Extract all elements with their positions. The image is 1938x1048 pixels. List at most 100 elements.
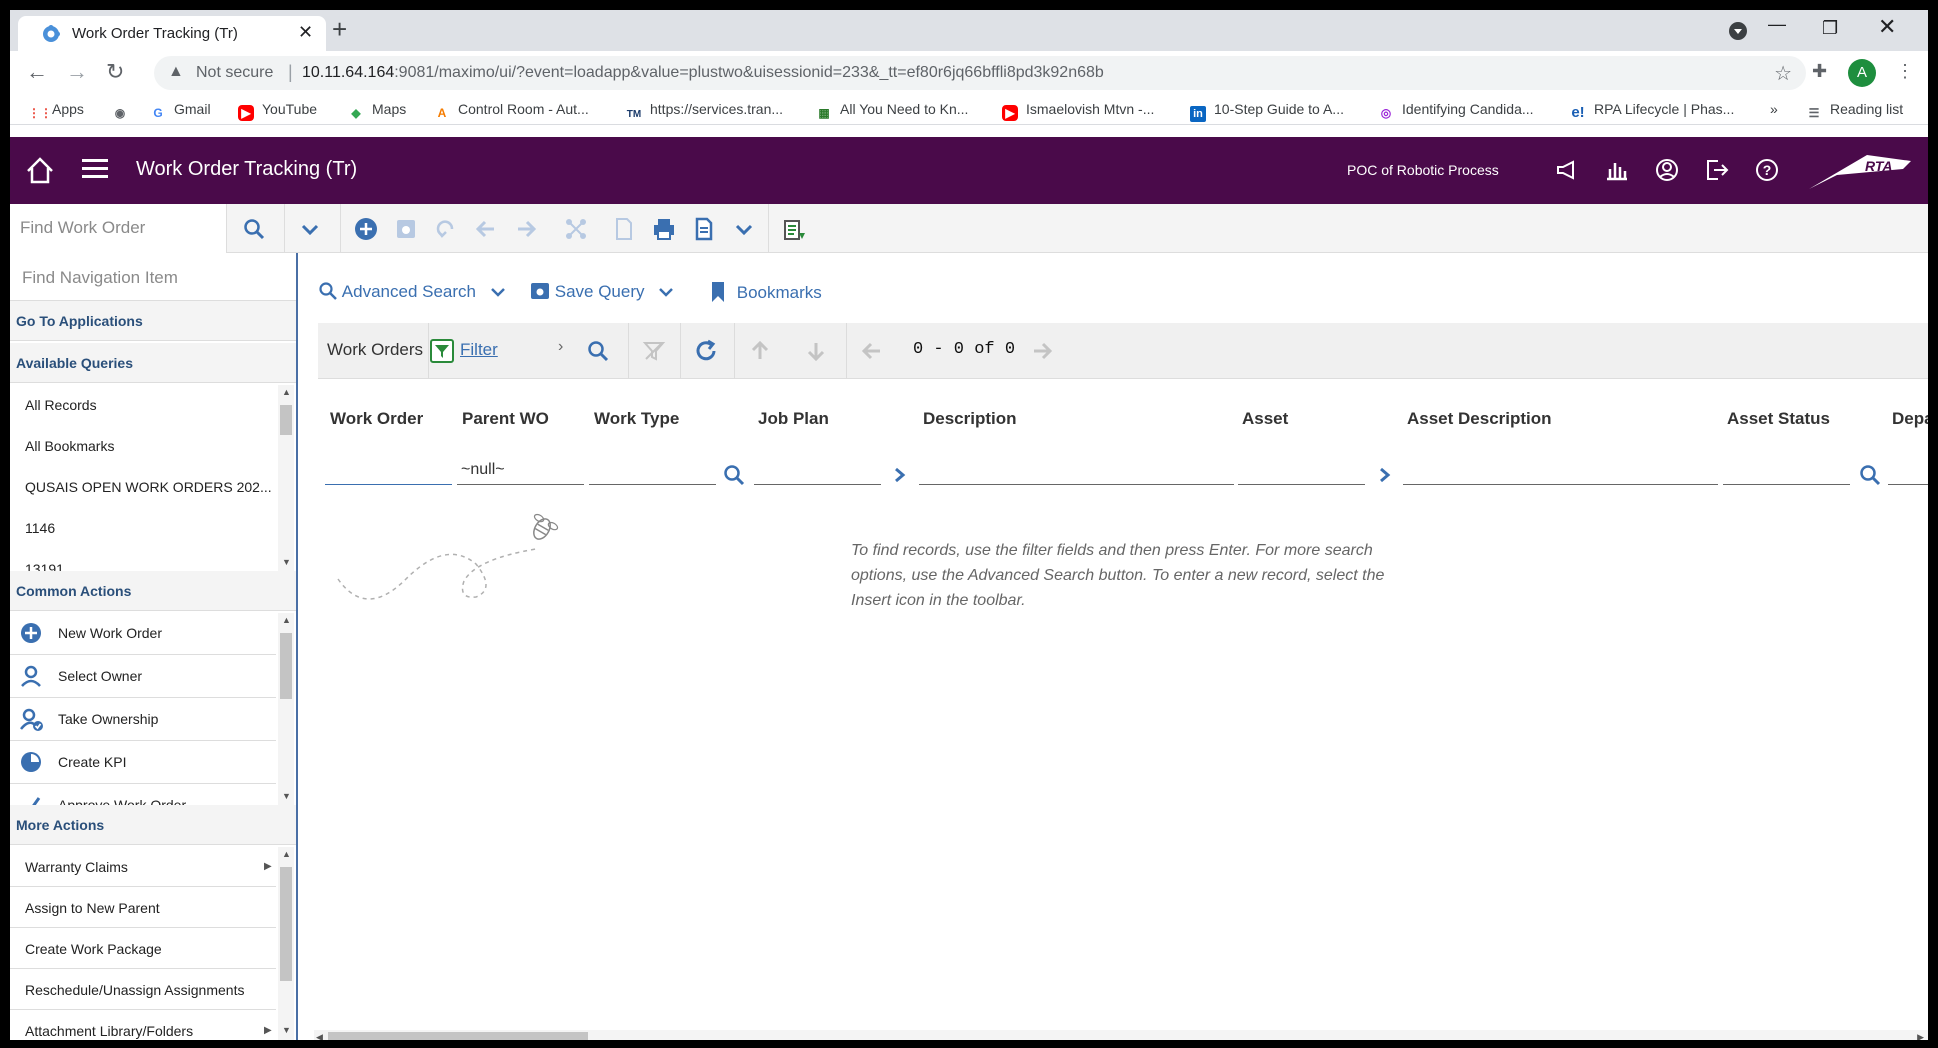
actions-scrollbar[interactable]: ▲ ▼: [278, 613, 294, 805]
scroll-up-icon[interactable]: ▲: [282, 615, 291, 625]
available-queries-header[interactable]: Available Queries: [10, 343, 296, 383]
reports-chart-icon[interactable]: [1604, 157, 1630, 183]
scroll-down-icon[interactable]: ▼: [282, 791, 291, 801]
browser-tab[interactable]: Work Order Tracking (Tr) ✕: [18, 16, 326, 51]
previous-arrow-icon[interactable]: [474, 217, 498, 241]
arrow-up-icon[interactable]: [748, 339, 772, 363]
bookmark-globe[interactable]: ◉: [112, 101, 136, 121]
action-take-ownership[interactable]: Take Ownership: [10, 699, 276, 741]
more-bookmarks-button[interactable]: »: [1770, 101, 1778, 117]
filter-job-plan-field[interactable]: [754, 461, 881, 485]
undo-icon[interactable]: [434, 217, 458, 241]
column-asset-description[interactable]: Asset Description: [1407, 409, 1552, 429]
previous-page-icon[interactable]: [860, 339, 884, 363]
filter-asset-description-field[interactable]: [1403, 461, 1718, 485]
extensions-icon[interactable]: ✚: [1812, 61, 1827, 82]
bookmark-gmail[interactable]: G Gmail: [150, 101, 210, 121]
document-icon[interactable]: [612, 217, 636, 241]
horizontal-scrollbar[interactable]: ◀ ▶: [314, 1030, 1928, 1040]
print-icon[interactable]: [652, 217, 676, 241]
scroll-up-icon[interactable]: ▲: [282, 387, 291, 397]
common-actions-header[interactable]: Common Actions: [10, 571, 296, 611]
back-icon[interactable]: ←: [26, 59, 48, 85]
asset-detail-chevron-icon[interactable]: [1375, 463, 1395, 487]
scroll-thumb[interactable]: [280, 633, 292, 699]
hierarchy-icon[interactable]: [564, 217, 588, 241]
asset-status-lookup-icon[interactable]: [1858, 463, 1882, 487]
action-new-work-order[interactable]: New Work Order: [10, 613, 276, 655]
query-1146[interactable]: 1146: [10, 508, 276, 548]
bookmark-youtube[interactable]: ▶ YouTube: [238, 101, 317, 121]
minimize-icon[interactable]: —: [1768, 14, 1786, 35]
filter-parent-wo-field[interactable]: ~null~: [457, 461, 584, 485]
bulletin-icon[interactable]: [1554, 157, 1580, 183]
chevron-down-icon[interactable]: [657, 283, 675, 301]
go-to-applications-header[interactable]: Go To Applications: [10, 301, 296, 341]
find-navigation-item-input[interactable]: Find Navigation Item: [10, 253, 296, 301]
menu-icon[interactable]: [80, 154, 110, 184]
query-all-records[interactable]: All Records: [10, 385, 276, 425]
work-type-lookup-icon[interactable]: [722, 463, 746, 487]
bookmark-ismaelovish[interactable]: ▶ Ismaelovish Mtvn -...: [1002, 101, 1154, 121]
filter-link[interactable]: Filter: [460, 340, 498, 360]
bookmark-identifying[interactable]: ◎ Identifying Candida...: [1378, 101, 1534, 121]
forward-icon[interactable]: →: [66, 59, 88, 85]
more-warranty-claims[interactable]: Warranty Claims ▶: [10, 847, 276, 887]
advanced-search-button[interactable]: Advanced Search: [318, 281, 507, 302]
scroll-right-icon[interactable]: ▶: [1917, 1032, 1924, 1040]
next-page-icon[interactable]: [1030, 339, 1054, 363]
restore-icon[interactable]: ❐: [1822, 18, 1838, 39]
save-icon[interactable]: [394, 217, 418, 241]
more-reschedule-unassign[interactable]: Reschedule/Unassign Assignments: [10, 970, 276, 1010]
bookmark-services[interactable]: TM https://services.tran...: [626, 101, 783, 123]
chevron-down-icon[interactable]: [298, 217, 322, 241]
job-plan-detail-chevron-icon[interactable]: [890, 463, 910, 487]
bookmarks-button[interactable]: Bookmarks: [710, 281, 822, 303]
search-icon[interactable]: [242, 217, 266, 241]
column-parent-wo[interactable]: Parent WO: [462, 409, 549, 429]
new-tab-button[interactable]: +: [332, 14, 347, 45]
insert-plus-icon[interactable]: [354, 217, 378, 241]
export-data-icon[interactable]: [782, 217, 808, 243]
find-search-icon[interactable]: [586, 339, 610, 363]
profile-menu-icon[interactable]: [1728, 21, 1748, 41]
more-assign-new-parent[interactable]: Assign to New Parent: [10, 888, 276, 928]
scroll-thumb[interactable]: [280, 867, 292, 981]
find-work-order-input[interactable]: Find Work Order: [10, 204, 227, 253]
chevron-down-icon[interactable]: [489, 283, 507, 301]
action-select-owner[interactable]: Select Owner: [10, 656, 276, 698]
bookmark-all-you-need[interactable]: ▦ All You Need to Kn...: [816, 101, 968, 121]
filter-work-type-field[interactable]: [589, 461, 716, 485]
column-work-type[interactable]: Work Type: [594, 409, 679, 429]
filter-asset-status-field[interactable]: [1723, 461, 1850, 485]
query-qusais-open[interactable]: QUSAIS OPEN WORK ORDERS 202...: [10, 467, 276, 507]
column-description[interactable]: Description: [923, 409, 1017, 429]
chrome-menu-icon[interactable]: ⋮: [1896, 61, 1914, 82]
home-icon[interactable]: [20, 151, 60, 191]
more-actions-scrollbar[interactable]: ▲ ▼: [278, 847, 294, 1040]
tab-close-icon[interactable]: ✕: [298, 22, 313, 43]
reading-list-button[interactable]: ☰ Reading list: [1806, 101, 1904, 121]
filter-work-order-field[interactable]: [325, 461, 452, 485]
scroll-up-icon[interactable]: ▲: [282, 849, 291, 859]
scroll-thumb[interactable]: [328, 1032, 588, 1040]
bookmark-rpa-lifecycle[interactable]: e! RPA Lifecycle | Phas...: [1570, 101, 1734, 121]
report-icon[interactable]: [692, 217, 716, 241]
action-create-kpi[interactable]: Create KPI: [10, 742, 276, 784]
column-asset[interactable]: Asset: [1242, 409, 1288, 429]
scroll-left-icon[interactable]: ◀: [316, 1032, 323, 1040]
scroll-thumb[interactable]: [280, 405, 292, 435]
bookmark-control-room[interactable]: A Control Room - Aut...: [434, 101, 589, 121]
query-13191[interactable]: 13191: [10, 549, 276, 573]
more-create-work-package[interactable]: Create Work Package: [10, 929, 276, 969]
reload-icon[interactable]: ↻: [106, 59, 124, 85]
more-actions-header[interactable]: More Actions: [10, 805, 296, 845]
bookmark-apps[interactable]: ⋮⋮Apps: [28, 101, 84, 121]
profile-icon[interactable]: [1654, 157, 1680, 183]
profile-avatar[interactable]: A: [1848, 59, 1876, 87]
more-actions-chevron-icon[interactable]: [732, 217, 756, 241]
column-work-order[interactable]: Work Order: [330, 409, 423, 429]
column-job-plan[interactable]: Job Plan: [758, 409, 829, 429]
more-attachment-library[interactable]: Attachment Library/Folders ▶: [10, 1011, 276, 1040]
arrow-down-icon[interactable]: [804, 339, 828, 363]
